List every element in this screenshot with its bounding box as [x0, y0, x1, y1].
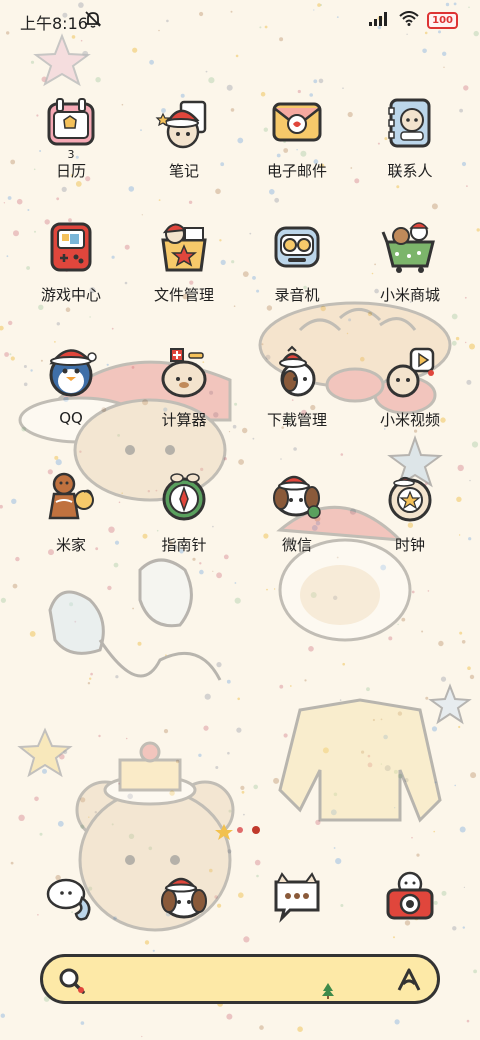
- dock-phone[interactable]: [21, 868, 121, 926]
- camera-icon: [381, 868, 439, 926]
- app-email[interactable]: 电子邮件: [247, 94, 347, 181]
- game-center-icon: [42, 218, 100, 276]
- calculator-icon: [155, 343, 213, 401]
- dock-chat[interactable]: [247, 868, 347, 926]
- search-input[interactable]: [103, 967, 377, 993]
- app-mi-store[interactable]: 小米商城: [360, 218, 460, 305]
- search-bar[interactable]: [40, 954, 440, 1004]
- app-label: 计算器: [161, 411, 207, 429]
- wallpaper-sweater: [278, 698, 442, 823]
- notes-icon: [155, 94, 213, 152]
- clock-icon: [381, 468, 439, 526]
- messages-icon: [155, 868, 213, 926]
- search-icon[interactable]: [57, 966, 87, 1000]
- file-manager-icon: [155, 218, 213, 276]
- app-wechat[interactable]: 微信: [247, 468, 347, 555]
- app-mi-home[interactable]: 米家: [21, 468, 121, 555]
- app-label: 文件管理: [153, 286, 214, 304]
- dock-messages[interactable]: [134, 868, 234, 926]
- app-mi-video[interactable]: 小米视频: [360, 343, 460, 430]
- app-label: 笔记: [168, 162, 199, 180]
- app-label: 指南针: [161, 536, 207, 554]
- app-label: 日历: [55, 162, 86, 180]
- phone-icon: [42, 868, 100, 926]
- mi-home-icon: [42, 468, 100, 526]
- app-clock[interactable]: 时钟: [360, 468, 460, 555]
- download-manager-icon: [268, 343, 326, 401]
- app-label: 录音机: [274, 286, 320, 304]
- mi-video-icon: [381, 343, 439, 401]
- app-calculator[interactable]: 计算器: [134, 343, 234, 430]
- calendar-icon: 3: [42, 94, 100, 161]
- tree-icon: [321, 983, 335, 1003]
- app-label: 联系人: [387, 162, 433, 180]
- app-label: 小米视频: [379, 411, 440, 429]
- compass-icon: [155, 468, 213, 526]
- app-qq[interactable]: QQ: [21, 343, 121, 427]
- wallpaper-star: [428, 683, 472, 725]
- app-label: 米家: [55, 536, 86, 554]
- voice-icon[interactable]: [395, 966, 423, 998]
- qq-icon: [42, 343, 100, 401]
- clock-time: 上午8:16: [20, 14, 88, 33]
- app-label: 电子邮件: [266, 162, 327, 180]
- email-icon: [268, 94, 326, 152]
- app-contacts[interactable]: 联系人: [360, 94, 460, 181]
- app-download-manager[interactable]: 下载管理: [247, 343, 347, 430]
- status-bar: 上午8:16 100: [0, 0, 480, 40]
- calendar-date-badge: 3: [67, 148, 75, 161]
- signal-icon: [369, 11, 391, 30]
- dock-camera[interactable]: [360, 868, 460, 926]
- app-calendar[interactable]: 3 日历: [21, 94, 121, 181]
- battery-icon: 100: [427, 12, 458, 29]
- wechat-icon: [268, 468, 326, 526]
- home-screen: 上午8:16 100 3 日历 笔记 电子邮件 联系人 游戏中心 文件管理 录音…: [0, 0, 480, 1040]
- wifi-icon: [399, 11, 419, 30]
- app-label: 下载管理: [266, 411, 327, 429]
- recorder-icon: [268, 218, 326, 276]
- chat-icon: [268, 868, 326, 926]
- app-recorder[interactable]: 录音机: [247, 218, 347, 305]
- app-label: 小米商城: [379, 286, 440, 304]
- mi-store-icon: [381, 218, 439, 276]
- app-label: 游戏中心: [40, 286, 101, 304]
- app-label: 微信: [281, 536, 312, 554]
- app-compass[interactable]: 指南针: [134, 468, 234, 555]
- app-notes[interactable]: 笔记: [134, 94, 234, 181]
- app-game-center[interactable]: 游戏中心: [21, 218, 121, 305]
- contacts-icon: [381, 94, 439, 152]
- mute-bell-icon: [84, 10, 102, 32]
- wallpaper-star: [33, 33, 91, 87]
- app-label: 时钟: [394, 536, 425, 554]
- status-icons: 100: [369, 11, 458, 30]
- wallpaper-mittens: [48, 558, 222, 681]
- app-file-manager[interactable]: 文件管理: [134, 218, 234, 305]
- wallpaper-star: [17, 727, 73, 778]
- app-label: QQ: [59, 409, 83, 427]
